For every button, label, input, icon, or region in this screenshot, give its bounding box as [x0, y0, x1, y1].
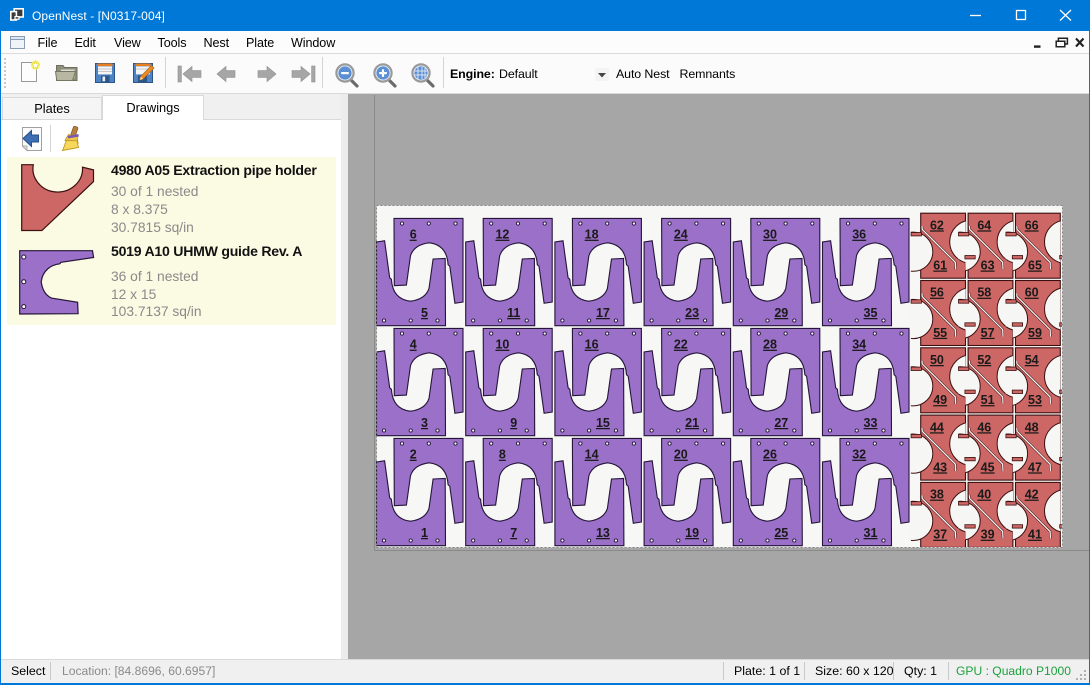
svg-text:59: 59	[1028, 326, 1042, 340]
svg-text:34: 34	[852, 338, 866, 352]
svg-text:53: 53	[1028, 393, 1042, 407]
svg-text:9: 9	[510, 416, 517, 430]
svg-text:14: 14	[585, 448, 599, 462]
svg-text:6: 6	[410, 228, 417, 242]
svg-text:17: 17	[596, 306, 610, 320]
svg-text:41: 41	[1028, 528, 1042, 542]
svg-text:52: 52	[977, 353, 991, 367]
svg-text:61: 61	[933, 259, 947, 273]
svg-text:11: 11	[507, 306, 520, 320]
svg-text:7: 7	[510, 526, 517, 540]
svg-text:56: 56	[930, 286, 944, 300]
svg-text:28: 28	[763, 338, 777, 352]
svg-text:23: 23	[685, 306, 699, 320]
svg-text:27: 27	[774, 416, 788, 430]
svg-text:50: 50	[930, 353, 944, 367]
svg-text:44: 44	[930, 420, 944, 434]
svg-text:18: 18	[585, 228, 599, 242]
svg-text:15: 15	[596, 416, 610, 430]
svg-text:66: 66	[1025, 218, 1039, 232]
svg-text:43: 43	[933, 460, 947, 474]
svg-text:40: 40	[977, 488, 991, 502]
svg-text:38: 38	[930, 488, 944, 502]
svg-text:2: 2	[410, 448, 417, 462]
svg-text:4: 4	[410, 338, 417, 352]
svg-text:51: 51	[981, 393, 995, 407]
svg-text:12: 12	[495, 228, 509, 242]
svg-text:62: 62	[930, 218, 944, 232]
svg-text:30: 30	[763, 228, 777, 242]
svg-text:19: 19	[685, 526, 699, 540]
svg-text:58: 58	[977, 286, 991, 300]
svg-text:55: 55	[933, 326, 947, 340]
svg-text:35: 35	[864, 306, 878, 320]
svg-text:13: 13	[596, 526, 610, 540]
svg-text:45: 45	[981, 460, 995, 474]
svg-text:16: 16	[585, 338, 599, 352]
svg-text:21: 21	[685, 416, 699, 430]
svg-text:25: 25	[774, 526, 788, 540]
svg-text:57: 57	[981, 326, 995, 340]
svg-text:47: 47	[1028, 460, 1042, 474]
svg-text:42: 42	[1025, 488, 1039, 502]
svg-text:31: 31	[864, 526, 878, 540]
svg-text:63: 63	[981, 259, 995, 273]
svg-text:1: 1	[421, 526, 428, 540]
svg-text:32: 32	[852, 448, 866, 462]
svg-text:46: 46	[977, 420, 991, 434]
svg-text:37: 37	[933, 528, 947, 542]
svg-text:10: 10	[495, 338, 509, 352]
svg-text:36: 36	[852, 228, 866, 242]
svg-text:48: 48	[1025, 420, 1039, 434]
svg-text:3: 3	[421, 416, 428, 430]
svg-text:26: 26	[763, 448, 777, 462]
svg-text:22: 22	[674, 338, 688, 352]
svg-text:60: 60	[1025, 286, 1039, 300]
svg-text:5: 5	[421, 306, 428, 320]
svg-text:65: 65	[1028, 259, 1042, 273]
svg-text:20: 20	[674, 448, 688, 462]
svg-text:8: 8	[499, 448, 506, 462]
svg-text:39: 39	[981, 528, 995, 542]
svg-text:29: 29	[774, 306, 788, 320]
svg-text:24: 24	[674, 228, 688, 242]
svg-text:33: 33	[864, 416, 878, 430]
svg-text:49: 49	[933, 393, 947, 407]
svg-text:54: 54	[1025, 353, 1039, 367]
svg-text:64: 64	[977, 218, 991, 232]
